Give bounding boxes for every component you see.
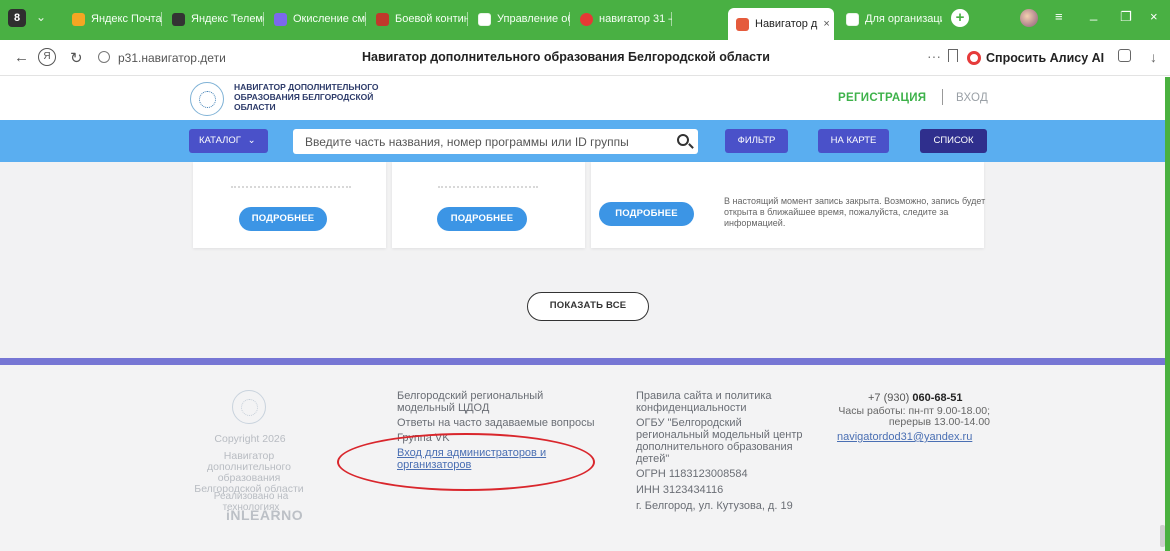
footer-site-name: Навигатор дополнительного образования Бе… xyxy=(194,450,304,495)
site-header: Навигатор дополнительного образования Бе… xyxy=(0,77,1170,120)
program-card: ПОДРОБНЕЕ xyxy=(392,162,585,248)
back-arrow-icon[interactable]: ← xyxy=(14,49,29,66)
header-divider xyxy=(942,89,943,105)
inn: ИНН 3123434116 xyxy=(636,484,724,496)
tab-oxidation[interactable]: Окисление смес xyxy=(266,6,366,32)
tab-management[interactable]: Управление обр xyxy=(470,6,570,32)
address: г. Белгород, ул. Кутузова, д. 19 xyxy=(636,500,793,512)
admin-login-link[interactable]: Вход для администраторов и организаторов xyxy=(397,447,546,471)
close-icon[interactable]: × xyxy=(823,18,829,30)
show-all-button[interactable]: ПОКАЗАТЬ ВСЕ xyxy=(527,292,649,321)
logo-text[interactable]: Навигатор дополнительного образования Бе… xyxy=(234,82,414,112)
catalog-button[interactable]: КАТАЛОГ ⌄ xyxy=(189,129,268,153)
site-info-icon[interactable] xyxy=(98,51,110,63)
menu-icon[interactable]: ≡ xyxy=(1055,9,1063,24)
tab-label: Навигатор д xyxy=(755,18,818,30)
download-icon[interactable]: ↓ xyxy=(1150,49,1157,65)
footer-logo-icon xyxy=(232,390,266,424)
yandex-home-icon[interactable]: Я xyxy=(38,48,56,66)
tab-yandex-telemost[interactable]: Яндекс Телемос xyxy=(164,6,264,32)
address-bar: ← Я ↻ р31.навигатор.дети Навигатор допол… xyxy=(0,40,1170,76)
tab-label: Для организаци xyxy=(865,13,942,25)
center-name: Белгородский региональный модельный ЦДОД xyxy=(397,390,544,414)
page-icon xyxy=(274,12,287,26)
alice-icon xyxy=(967,51,981,65)
register-link[interactable]: РЕГИСТРАЦИЯ xyxy=(838,92,926,104)
game-icon xyxy=(376,12,389,26)
tab-label: Управление обр xyxy=(497,13,570,25)
search-icon[interactable] xyxy=(677,134,689,146)
working-hours: Часы работы: пн-пт 9.00-18.00; перерыв 1… xyxy=(838,405,990,428)
url-field[interactable]: р31.навигатор.дети xyxy=(118,51,226,65)
window-border xyxy=(1165,77,1170,551)
program-card: ПОДРОБНЕЕ xyxy=(193,162,386,248)
catalog-label: КАТАЛОГ xyxy=(199,135,241,146)
tab-navigator-search[interactable]: навигатор 31 – xyxy=(572,6,672,32)
filter-button[interactable]: ФИЛЬТР xyxy=(725,129,788,153)
map-button[interactable]: НА КАРТЕ xyxy=(818,129,889,153)
minimize-icon[interactable]: _ xyxy=(1090,6,1097,21)
footer-info-column: Правила сайта и политика конфиденциально… xyxy=(636,390,816,515)
vk-group-link[interactable]: Группа VK xyxy=(397,432,617,444)
site-footer: Copyright 2026 Навигатор дополнительного… xyxy=(0,365,1170,551)
card-divider xyxy=(438,186,538,192)
search-input[interactable] xyxy=(293,129,663,154)
tab-combat[interactable]: Боевой контине xyxy=(368,6,468,32)
close-window-icon[interactable]: × xyxy=(1150,9,1158,24)
phone-main: 060-68-51 xyxy=(912,392,963,404)
faq-link[interactable]: Ответы на часто задаваемые вопросы xyxy=(397,417,617,429)
list-button[interactable]: СПИСОК xyxy=(920,129,987,153)
page-title: Навигатор дополнительного образования Бе… xyxy=(362,50,770,64)
enrollment-closed-note: В настоящий момент запись закрыта. Возмо… xyxy=(724,196,986,228)
footer-divider xyxy=(0,358,1170,365)
tab-label: Окисление смес xyxy=(293,13,366,25)
details-button[interactable]: ПОДРОБНЕЕ xyxy=(239,207,327,231)
ask-alice-button[interactable]: Спросить Алису AI xyxy=(967,47,1104,69)
restore-icon[interactable]: ❐ xyxy=(1120,9,1132,25)
ogrn: ОГРН 1183123008584 xyxy=(636,468,748,480)
yandex-icon xyxy=(580,12,593,26)
details-button[interactable]: ПОДРОБНЕЕ xyxy=(437,207,527,231)
browser-tab-bar: 8 ⌄ Яндекс Почта Яндекс Телемос Окислени… xyxy=(0,0,1170,40)
phone-number[interactable]: +7 (930) 060-68-51 xyxy=(868,392,963,404)
card-divider xyxy=(231,186,351,192)
document-icon xyxy=(478,12,491,26)
phone-prefix: +7 (930) xyxy=(868,392,913,404)
rules-link[interactable]: Правила сайта и политика конфиденциально… xyxy=(636,390,816,414)
logo-icon[interactable] xyxy=(190,82,224,116)
email-link[interactable]: navigatordod31@yandex.ru xyxy=(837,431,972,443)
tab-label: навигатор 31 – xyxy=(599,13,672,25)
organization-name: ОГБУ "Белгородский региональный модельны… xyxy=(636,417,803,465)
footer-links-column: Белгородский региональный модельный ЦДОД… xyxy=(397,390,617,474)
search-box xyxy=(293,129,698,154)
tab-for-organizations[interactable]: Для организаци xyxy=(838,6,942,32)
reload-icon[interactable]: ↻ xyxy=(70,49,83,67)
tab-label: Боевой контине xyxy=(395,13,468,25)
ask-alice-label: Спросить Алису AI xyxy=(986,51,1105,65)
login-link[interactable]: ВХОД xyxy=(956,92,988,104)
document-icon xyxy=(846,12,859,26)
tab-label: Яндекс Почта xyxy=(91,13,162,25)
tab-navigator-active[interactable]: Навигатор д × xyxy=(728,8,834,40)
extensions-icon[interactable] xyxy=(1118,49,1131,62)
scrollbar-thumb[interactable] xyxy=(1160,525,1165,547)
copyright: Copyright 2026 xyxy=(214,433,286,445)
video-icon xyxy=(172,12,185,26)
profile-avatar[interactable] xyxy=(1020,9,1038,27)
navigator-icon xyxy=(736,17,749,31)
tab-yandex-mail[interactable]: Яндекс Почта xyxy=(64,6,162,32)
more-icon[interactable]: ··· xyxy=(927,48,941,64)
tab-counter-button[interactable]: 8 xyxy=(8,9,26,27)
chevron-down-icon: ⌄ xyxy=(247,135,256,146)
search-toolbar: КАТАЛОГ ⌄ ФИЛЬТР НА КАРТЕ СПИСОК xyxy=(0,120,1170,162)
tab-label: Яндекс Телемос xyxy=(191,13,264,25)
chevron-down-icon[interactable]: ⌄ xyxy=(36,10,46,24)
new-tab-button[interactable]: + xyxy=(951,9,969,27)
inlearno-logo[interactable]: iNLEARNO xyxy=(226,507,303,523)
mail-icon xyxy=(72,12,85,26)
program-cards-area: ПОДРОБНЕЕ ПОДРОБНЕЕ ПОДРОБНЕЕ В настоящи… xyxy=(0,162,1170,358)
bookmark-icon[interactable] xyxy=(948,49,958,62)
details-button[interactable]: ПОДРОБНЕЕ xyxy=(599,202,694,226)
